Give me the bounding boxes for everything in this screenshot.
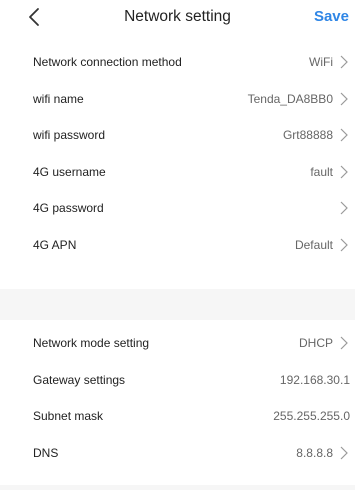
header-bar: Network setting Save [0,0,355,34]
page-title: Network setting [124,8,231,25]
chevron-left-icon[interactable] [24,5,44,29]
row-label: DNS [33,445,59,460]
row-label: 4G username [33,164,106,179]
row-network-connection-method[interactable]: Network connection method WiFi [0,44,355,81]
row-network-mode-setting[interactable]: Network mode setting DHCP [0,325,355,362]
ip-settings-list: Network mode setting DHCP Gateway settin… [0,325,355,471]
connection-settings-list: Network connection method WiFi wifi name… [0,44,355,263]
save-button[interactable]: Save [312,0,351,34]
section-divider [0,289,355,320]
row-label: 4G password [33,201,104,216]
row-value: 255.255.255.0 [273,409,350,424]
chevron-right-icon [340,238,348,252]
chevron-right-icon [340,201,348,215]
row-subnet-mask[interactable]: Subnet mask 255.255.255.0 [0,398,355,435]
row-4g-username[interactable]: 4G username fault [0,154,355,191]
row-label: Subnet mask [33,409,104,424]
row-value: 192.168.30.1 [279,372,350,387]
chevron-right-icon [340,336,348,350]
row-label: 4G APN [33,237,77,252]
row-4g-apn[interactable]: 4G APN Default [0,227,355,264]
chevron-right-icon [340,128,348,142]
row-label: wifi name [33,91,84,106]
row-label: Network connection method [33,55,182,70]
row-value: Grt88888 [282,128,333,143]
row-value: fault [310,164,333,179]
bottom-divider [0,485,355,490]
row-value: 8.8.8.8 [296,445,333,460]
row-gateway-settings[interactable]: Gateway settings 192.168.30.1 [0,362,355,399]
row-wifi-password[interactable]: wifi password Grt88888 [0,117,355,154]
chevron-right-icon [340,446,348,460]
row-label: wifi password [33,128,106,143]
chevron-right-icon [340,92,348,106]
row-value: Tenda_DA8BB0 [247,91,333,106]
row-4g-password[interactable]: 4G password [0,190,355,227]
row-label: Network mode setting [33,336,150,351]
row-dns[interactable]: DNS 8.8.8.8 [0,435,355,472]
row-wifi-name[interactable]: wifi name Tenda_DA8BB0 [0,81,355,118]
row-value: DHCP [298,336,333,351]
row-value: WiFi [309,55,333,70]
row-label: Gateway settings [33,372,126,387]
row-value: Default [294,237,333,252]
chevron-right-icon [340,55,348,69]
chevron-right-icon [340,165,348,179]
